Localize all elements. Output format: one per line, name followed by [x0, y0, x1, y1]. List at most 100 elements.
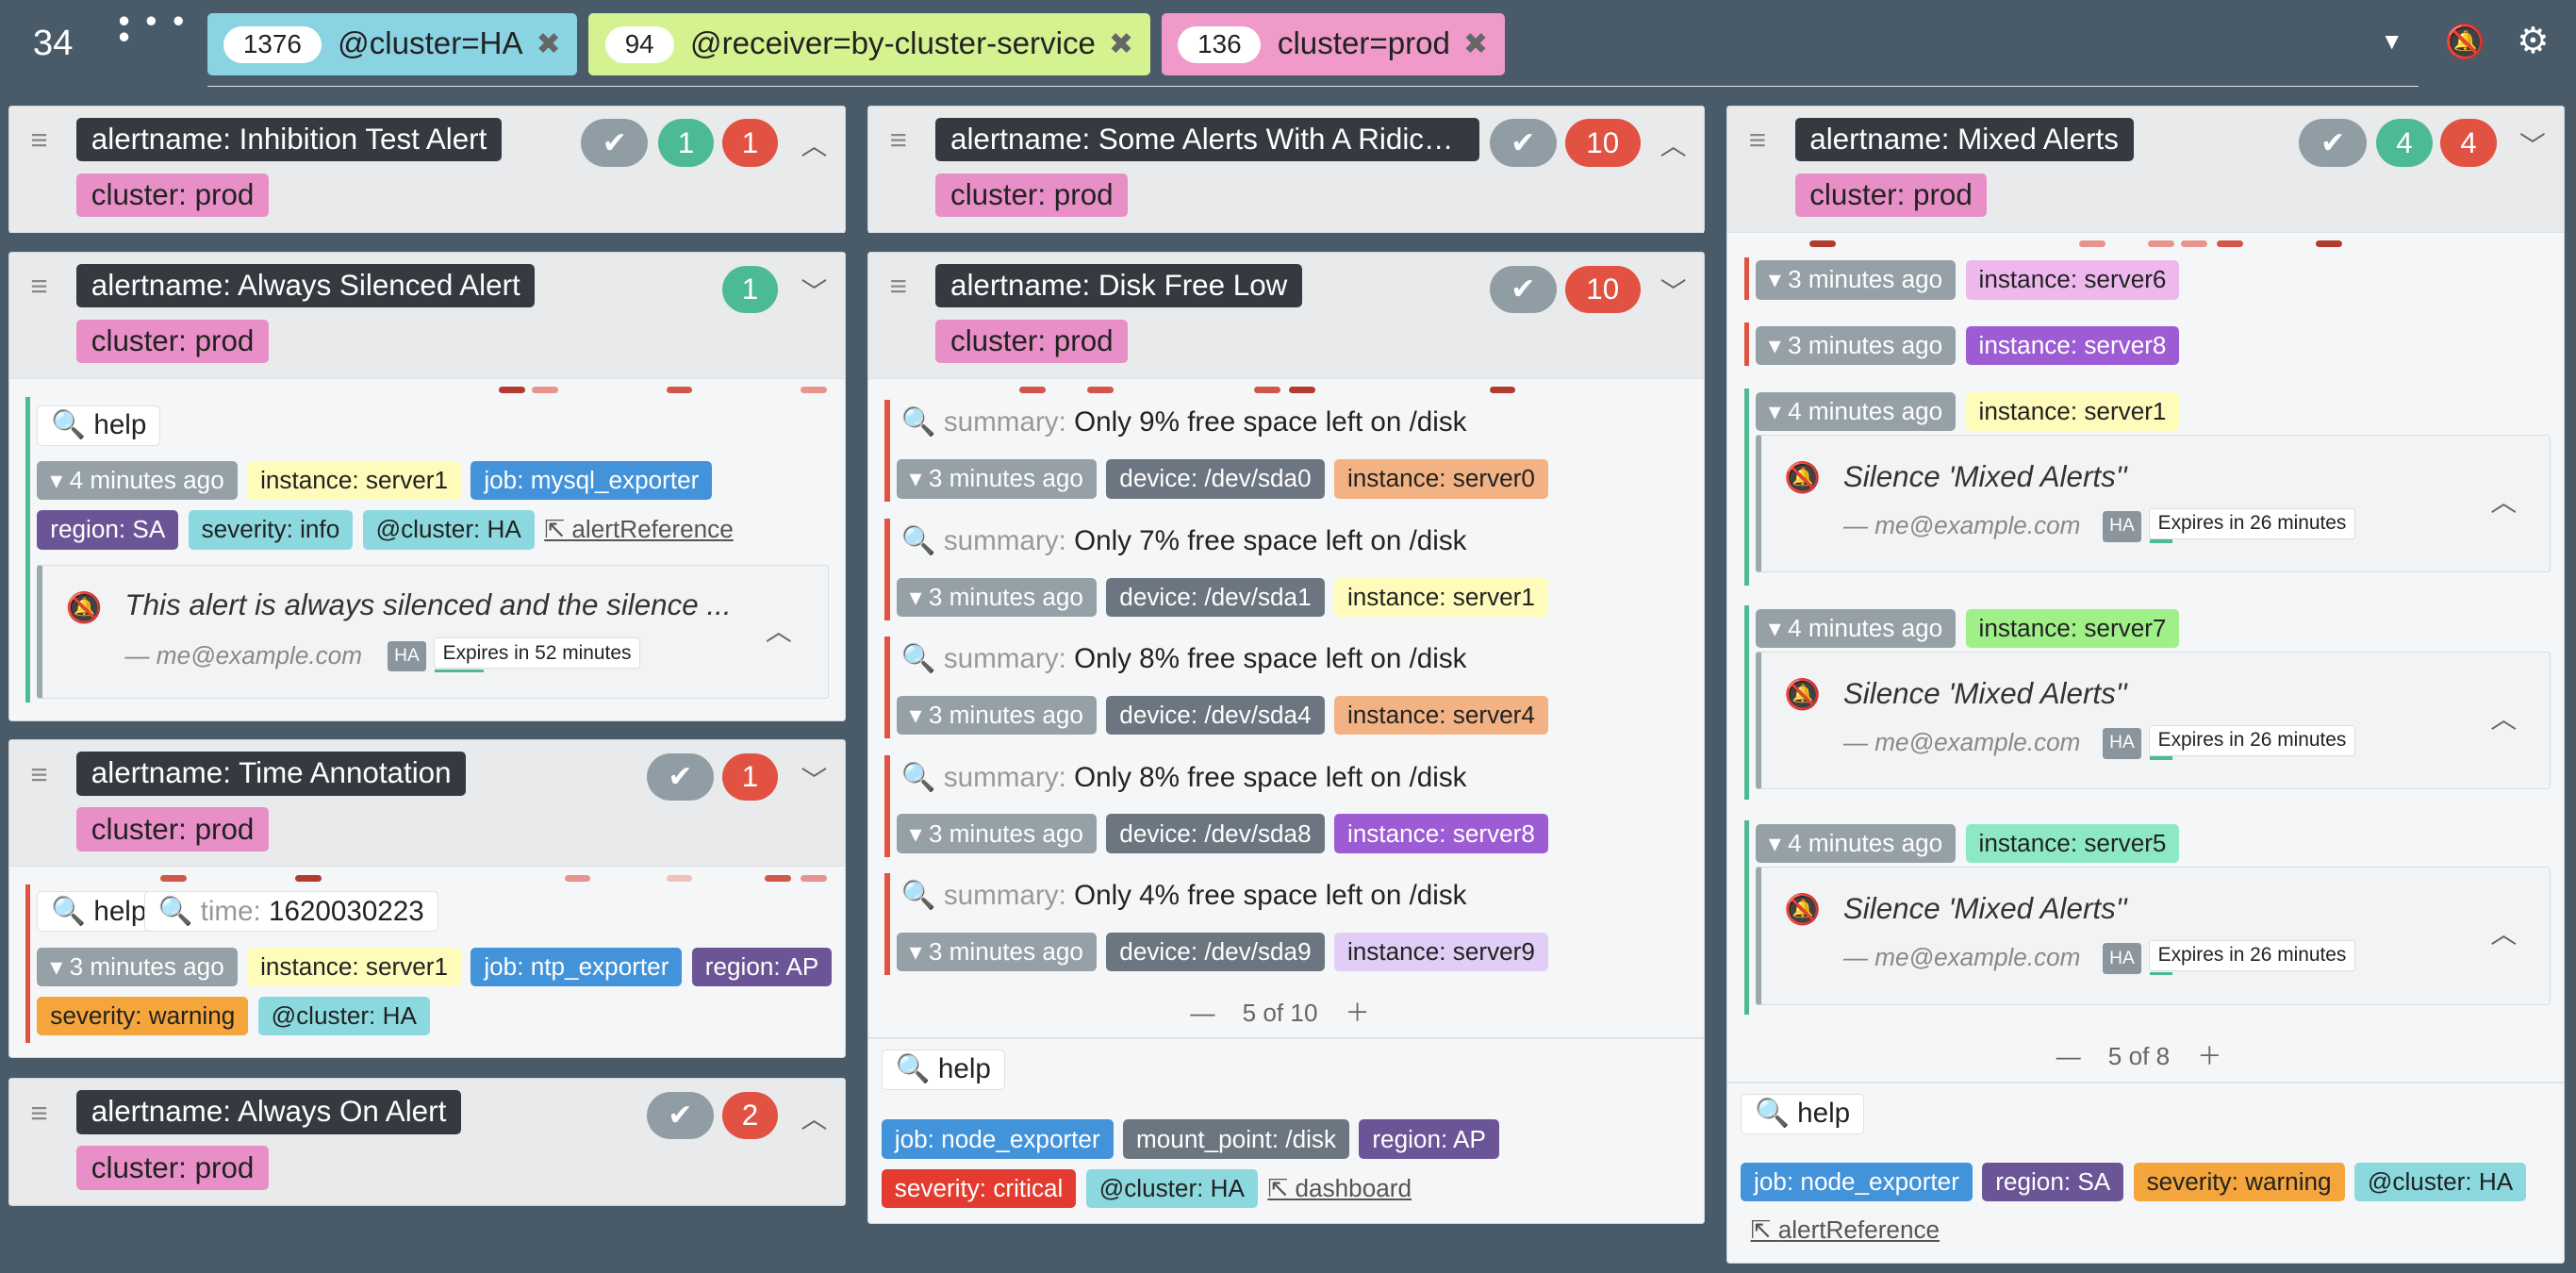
instance-label[interactable]: instance: server9: [1334, 932, 1548, 972]
region-label[interactable]: region: AP: [1359, 1119, 1499, 1159]
alertname-label[interactable]: alertname: Time Annotation: [76, 752, 467, 796]
timestamp-label[interactable]: ▾ 3 minutes ago: [1755, 325, 1957, 366]
alertname-label[interactable]: alertname: Mixed Alerts: [1794, 117, 2134, 162]
instance-label[interactable]: instance: server0: [1334, 459, 1548, 499]
timestamp-label[interactable]: ▾ 3 minutes ago: [896, 695, 1097, 736]
minus-icon[interactable]: —: [2056, 1042, 2081, 1070]
cluster-label[interactable]: cluster: prod: [76, 1146, 270, 1190]
chevron-down-icon[interactable]: ﹀: [801, 760, 827, 798]
mount-label[interactable]: mount_point: /disk: [1123, 1119, 1349, 1159]
device-label[interactable]: device: /dev/sda4: [1106, 695, 1325, 736]
timestamp-label[interactable]: ▾ 3 minutes ago: [37, 947, 238, 986]
instance-label[interactable]: instance: server4: [1334, 695, 1548, 736]
ha-cluster-label[interactable]: @cluster: HA: [1085, 1168, 1258, 1209]
green-count-badge[interactable]: 1: [657, 119, 715, 167]
menu-icon[interactable]: • • • •: [118, 5, 187, 54]
red-count-badge[interactable]: 10: [1564, 265, 1641, 314]
severity-label[interactable]: severity: warning: [2133, 1162, 2345, 1202]
ha-cluster-label[interactable]: @cluster: HA: [257, 996, 430, 1036]
minus-icon[interactable]: —: [1190, 999, 1214, 1027]
plus-icon[interactable]: ＋: [2197, 1042, 2221, 1070]
help-annotation[interactable]: 🔍 help: [37, 891, 161, 933]
chevron-down-icon[interactable]: ﹀: [2519, 125, 2546, 163]
check-icon[interactable]: ✔: [2299, 119, 2367, 167]
alertname-label[interactable]: alertname: Some Alerts With A Ridicu...: [935, 117, 1480, 162]
filter-pill-prod[interactable]: 136 cluster=prod ✖: [1161, 12, 1505, 76]
green-count-badge[interactable]: 4: [2376, 119, 2433, 167]
chevron-up-icon[interactable]: ︿: [766, 611, 792, 649]
cluster-label[interactable]: cluster: prod: [935, 319, 1129, 364]
alertname-label[interactable]: alertname: Always On Alert: [76, 1090, 461, 1134]
timestamp-label[interactable]: ▾ 3 minutes ago: [896, 932, 1097, 972]
instance-label[interactable]: instance: server1: [1965, 391, 2180, 432]
cluster-label[interactable]: cluster: prod: [76, 173, 270, 218]
close-icon[interactable]: ✖: [536, 27, 560, 61]
help-annotation[interactable]: 🔍 help: [881, 1049, 1005, 1090]
alertname-label[interactable]: alertname: Always Silenced Alert: [76, 263, 536, 308]
filter-input-underline[interactable]: [206, 85, 2419, 88]
red-count-badge[interactable]: 4: [2440, 119, 2497, 167]
red-count-badge[interactable]: 10: [1564, 119, 1641, 167]
chevron-up-icon[interactable]: ︿: [1660, 125, 1687, 163]
chevron-up-icon[interactable]: ︿: [2490, 699, 2517, 736]
timestamp-label[interactable]: ▾ 3 minutes ago: [896, 577, 1097, 617]
device-label[interactable]: device: /dev/sda8: [1106, 814, 1325, 853]
timestamp-label[interactable]: ▾ 4 minutes ago: [1755, 608, 1957, 649]
gear-icon[interactable]: ⚙: [2517, 20, 2549, 62]
device-label[interactable]: device: /dev/sda9: [1106, 932, 1325, 972]
ha-cluster-label[interactable]: @cluster: HA: [362, 510, 535, 550]
alert-reference-link[interactable]: ⇱ alertReference: [1751, 1215, 1940, 1245]
summary-annotation[interactable]: 🔍 summary: Only 7% free space left on /d…: [901, 525, 1467, 557]
menu-icon[interactable]: ≡: [30, 125, 58, 155]
timestamp-label[interactable]: ▾ 4 minutes ago: [1755, 391, 1957, 432]
instance-label[interactable]: instance: server6: [1965, 260, 2180, 300]
menu-icon[interactable]: ≡: [30, 272, 58, 301]
chevron-down-icon[interactable]: ﹀: [801, 272, 827, 309]
red-count-badge[interactable]: 1: [721, 752, 779, 802]
cluster-label[interactable]: cluster: prod: [76, 807, 270, 851]
help-annotation[interactable]: 🔍 help: [1741, 1093, 1865, 1134]
severity-label[interactable]: severity: info: [188, 510, 354, 550]
menu-icon[interactable]: ≡: [890, 125, 918, 155]
close-icon[interactable]: ✖: [1109, 27, 1133, 61]
summary-annotation[interactable]: 🔍 summary: Only 8% free space left on /d…: [901, 643, 1467, 675]
check-icon[interactable]: ✔: [581, 119, 649, 167]
cluster-label[interactable]: cluster: prod: [935, 173, 1129, 218]
dashboard-link[interactable]: ⇱ dashboard: [1267, 1174, 1412, 1203]
green-count-badge[interactable]: 1: [721, 265, 779, 314]
help-annotation[interactable]: 🔍 help: [37, 405, 161, 446]
ha-cluster-label[interactable]: @cluster: HA: [2353, 1162, 2527, 1202]
mute-icon[interactable]: 🔕: [2445, 23, 2485, 61]
alertname-label[interactable]: alertname: Inhibition Test Alert: [76, 117, 502, 162]
region-label[interactable]: region: SA: [1982, 1162, 2124, 1202]
timestamp-label[interactable]: ▾ 3 minutes ago: [896, 459, 1097, 499]
region-label[interactable]: region: AP: [691, 947, 833, 986]
close-icon[interactable]: ✖: [1463, 27, 1488, 61]
instance-label[interactable]: instance: server8: [1334, 814, 1548, 853]
check-icon[interactable]: ✔: [646, 752, 715, 802]
check-icon[interactable]: ✔: [1489, 119, 1557, 167]
chevron-up-icon[interactable]: ︿: [801, 125, 827, 163]
timestamp-label[interactable]: ▾ 3 minutes ago: [896, 814, 1097, 853]
instance-label[interactable]: instance: server1: [1334, 577, 1548, 617]
instance-label[interactable]: instance: server5: [1965, 823, 2180, 864]
job-label[interactable]: job: node_exporter: [881, 1119, 1114, 1159]
filter-pill-receiver[interactable]: 94 @receiver=by-cluster-service ✖: [588, 12, 1150, 76]
menu-icon[interactable]: ≡: [30, 1099, 58, 1128]
red-count-badge[interactable]: 1: [721, 119, 779, 167]
summary-annotation[interactable]: 🔍 summary: Only 8% free space left on /d…: [901, 762, 1467, 794]
timestamp-label[interactable]: ▾ 4 minutes ago: [37, 460, 238, 501]
cluster-label[interactable]: cluster: prod: [1794, 173, 1988, 218]
red-count-badge[interactable]: 2: [721, 1091, 779, 1140]
job-label[interactable]: job: ntp_exporter: [471, 947, 683, 986]
summary-annotation[interactable]: 🔍 summary: Only 4% free space left on /d…: [901, 880, 1467, 912]
chevron-up-icon[interactable]: ︿: [801, 1099, 827, 1136]
chevron-down-icon[interactable]: ▼: [2381, 29, 2403, 56]
summary-annotation[interactable]: 🔍 summary: Only 9% free space left on /d…: [901, 406, 1467, 438]
device-label[interactable]: device: /dev/sda0: [1106, 459, 1325, 499]
job-label[interactable]: job: mysql_exporter: [471, 460, 713, 501]
instance-label[interactable]: instance: server8: [1965, 325, 2180, 366]
severity-label[interactable]: severity: critical: [881, 1168, 1077, 1209]
filter-pill-cluster[interactable]: 1376 @cluster=HA ✖: [206, 12, 578, 76]
severity-label[interactable]: severity: warning: [37, 996, 249, 1036]
